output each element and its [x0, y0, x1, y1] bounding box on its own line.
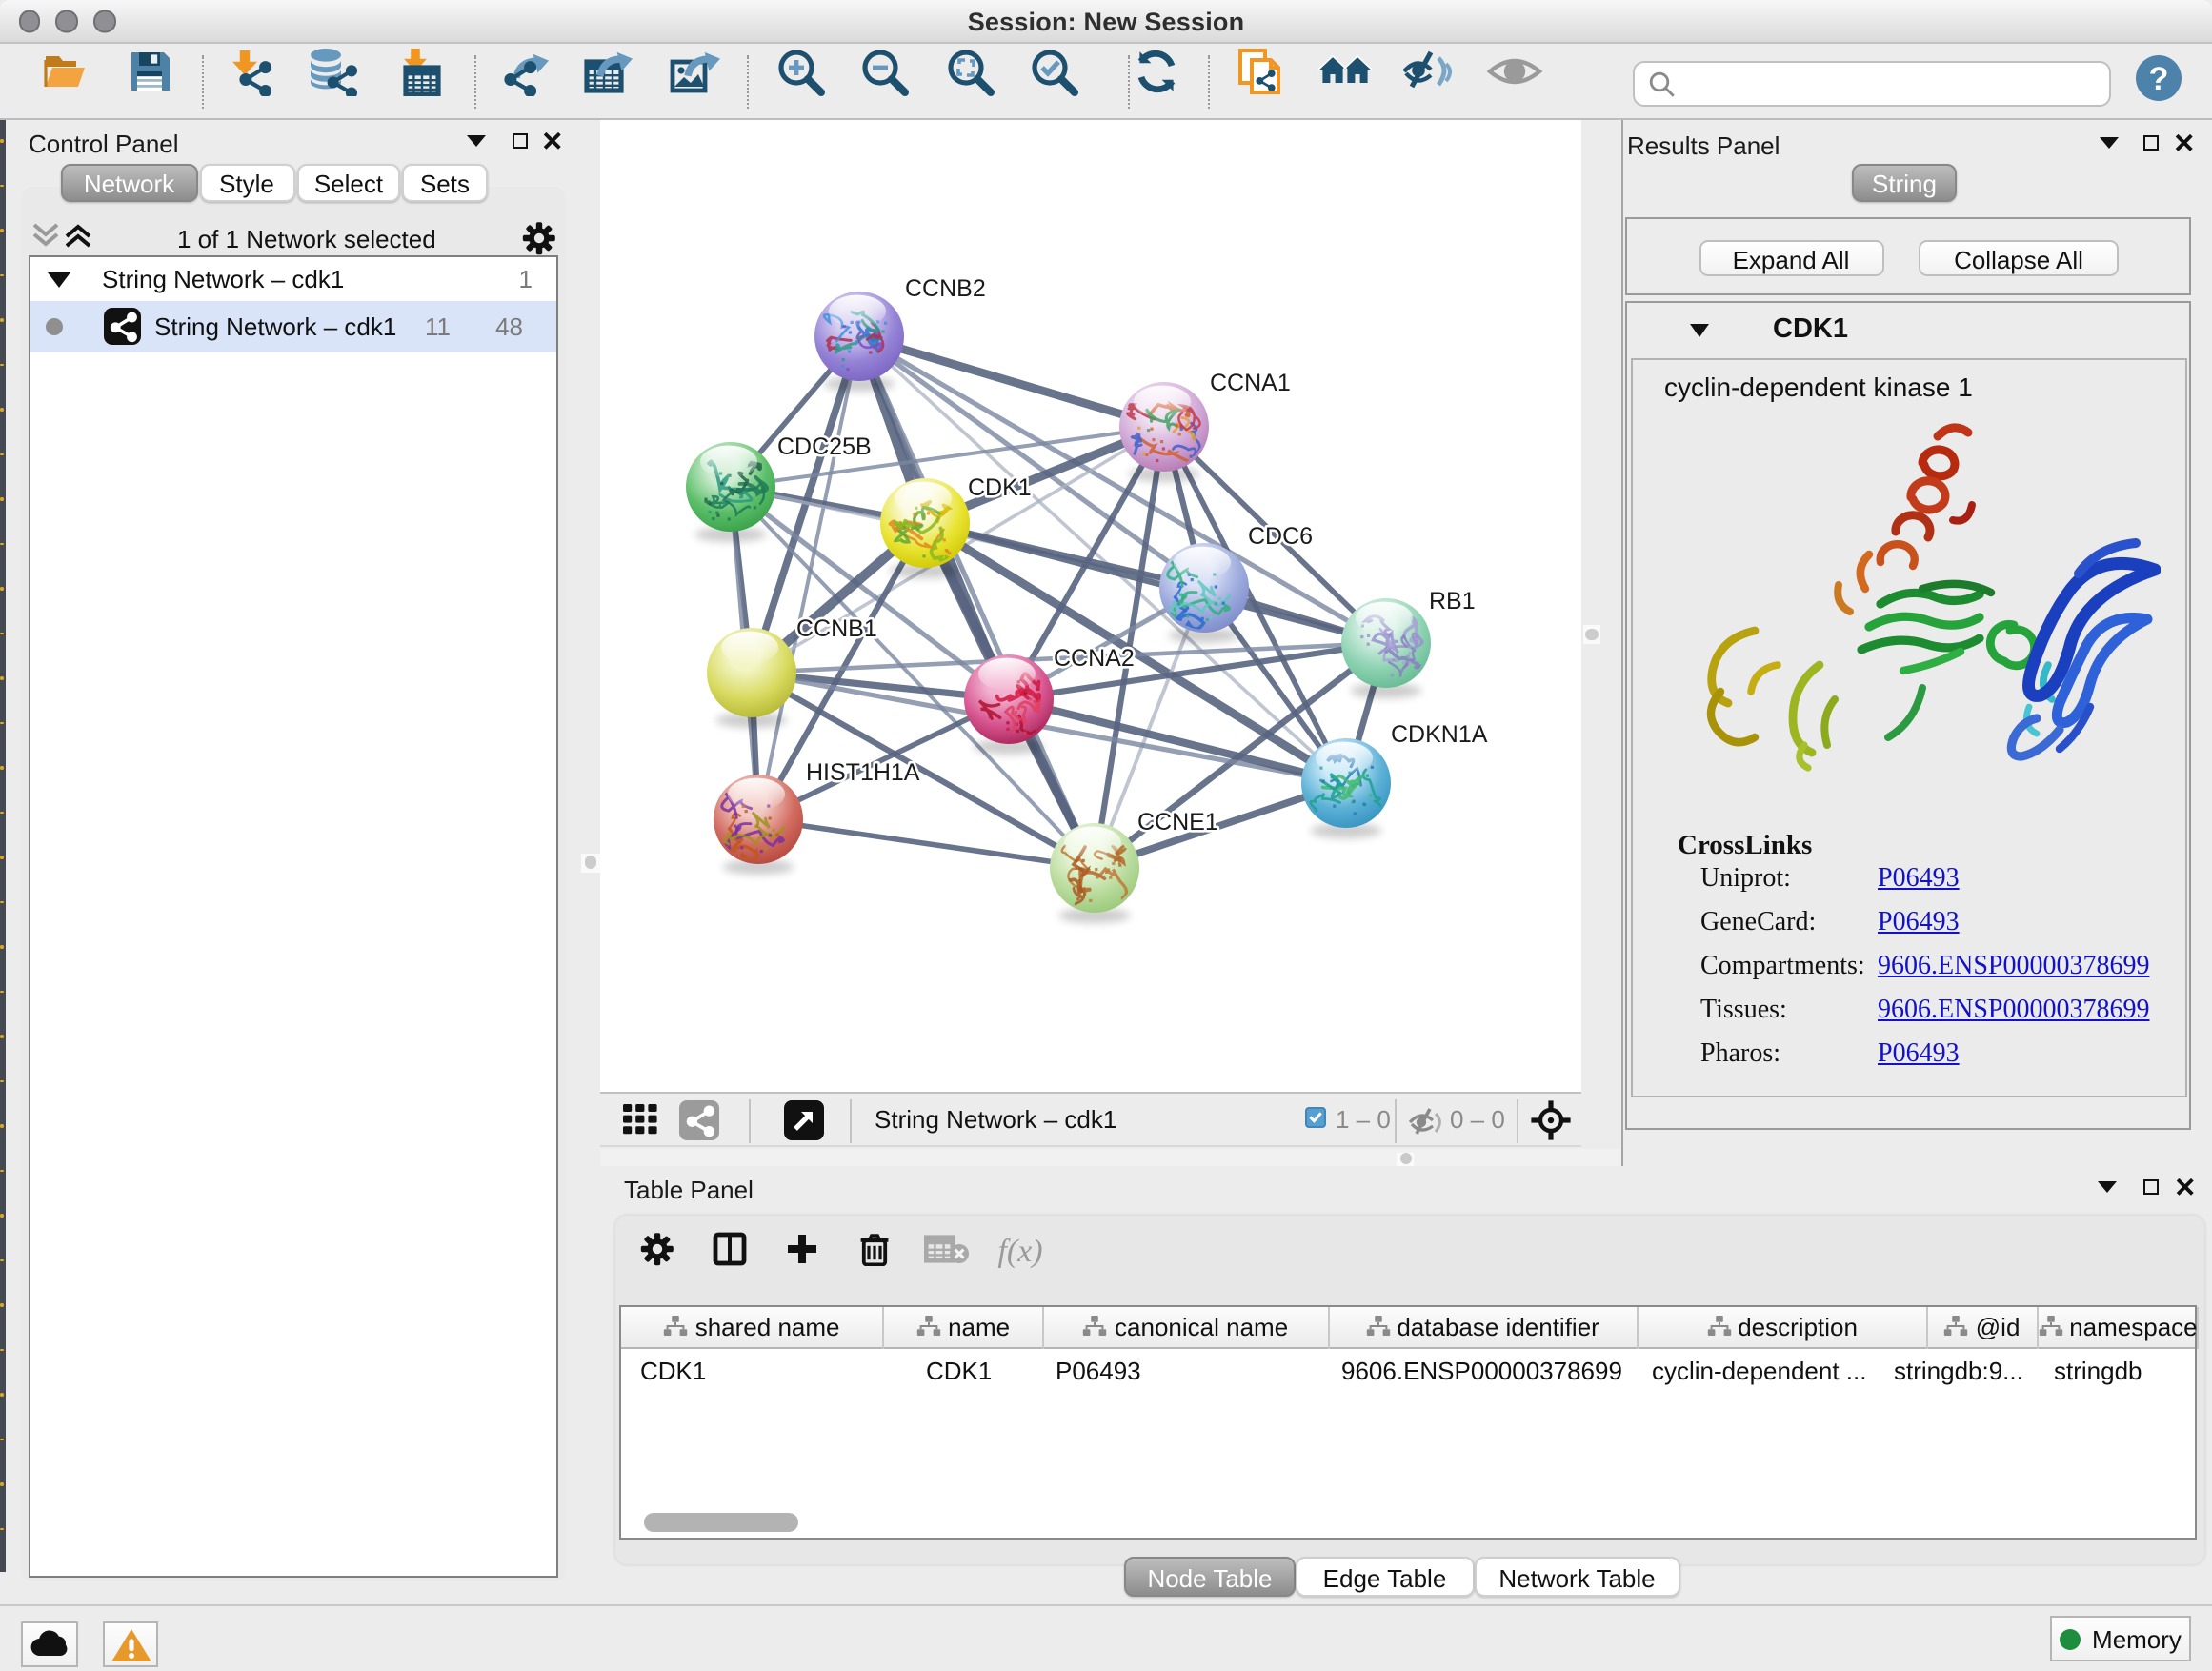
svg-text:CCNB2: CCNB2	[905, 275, 986, 302]
svg-text:CDKN1A: CDKN1A	[1391, 721, 1488, 748]
svg-text:CCNB1: CCNB1	[796, 615, 877, 642]
svg-text:CDK1: CDK1	[968, 474, 1032, 501]
svg-text:CCNA1: CCNA1	[1210, 370, 1291, 396]
svg-text:CCNA2: CCNA2	[1054, 645, 1135, 672]
svg-text:RB1: RB1	[1429, 588, 1476, 614]
svg-text:CDC6: CDC6	[1248, 523, 1313, 550]
svg-text:?: ?	[2149, 60, 2169, 96]
svg-text:HIST1H1A: HIST1H1A	[806, 759, 920, 786]
svg-text:CDC25B: CDC25B	[777, 433, 872, 460]
svg-text:CCNE1: CCNE1	[1137, 809, 1218, 836]
